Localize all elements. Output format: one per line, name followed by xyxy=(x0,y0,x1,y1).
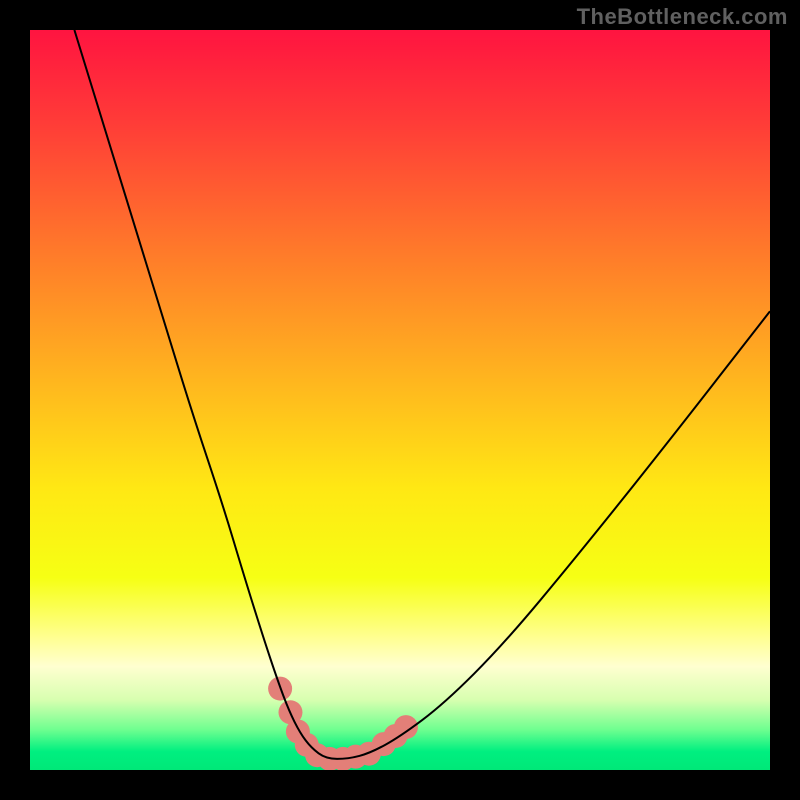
watermark-text: TheBottleneck.com xyxy=(577,4,788,30)
chart-frame: TheBottleneck.com xyxy=(0,0,800,800)
gradient-background xyxy=(30,30,770,770)
bottleneck-chart xyxy=(0,0,800,800)
